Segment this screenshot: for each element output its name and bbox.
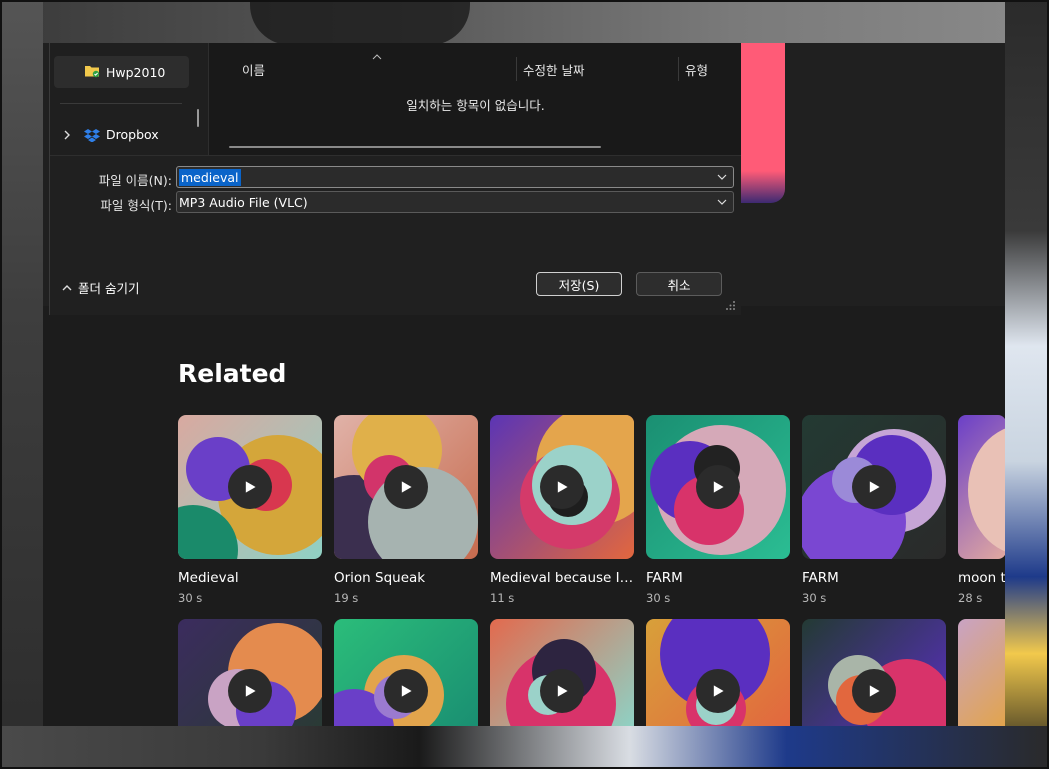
background-bottom-strip (0, 726, 1049, 769)
card-title[interactable]: FARM (802, 570, 946, 586)
save-button[interactable]: 저장(S) (536, 272, 622, 296)
card-thumbnail[interactable] (958, 619, 1005, 726)
column-header-modified[interactable]: 수정한 날짜 (523, 60, 584, 79)
cancel-button[interactable]: 취소 (636, 272, 722, 296)
card-thumbnail[interactable] (646, 415, 790, 559)
hide-folders-toggle[interactable]: 폴더 숨기기 (62, 278, 139, 297)
card-thumbnail[interactable] (334, 415, 478, 559)
related-card[interactable] (802, 619, 946, 726)
nav-scrollbar[interactable] (197, 109, 199, 127)
background-right-strip (1005, 0, 1049, 769)
save-dialog: Hwp2010 Dropbox 이름 수정한 날짜 유형 일치하는 항목이 없습… (49, 43, 741, 315)
related-card[interactable]: moon tv 28 s (958, 415, 1005, 605)
background-left-strip (0, 0, 43, 769)
related-card[interactable] (334, 619, 478, 726)
related-card[interactable]: Medieval because I ... 11 s (490, 415, 634, 605)
card-title[interactable]: moon tv (958, 570, 1005, 586)
play-button[interactable] (852, 465, 896, 509)
filename-field[interactable]: medieval (176, 166, 734, 188)
play-button[interactable] (384, 465, 428, 509)
nav-item-label: Dropbox (106, 127, 159, 142)
nav-item-label: Hwp2010 (106, 64, 166, 80)
play-button[interactable] (540, 669, 584, 713)
column-header-type[interactable]: 유형 (685, 60, 708, 79)
filetype-label: 파일 형식(T): (100, 198, 172, 213)
card-title[interactable]: Medieval because I ... (490, 570, 634, 586)
card-duration: 30 s (802, 591, 827, 605)
related-card[interactable]: FARM 30 s (802, 415, 946, 605)
card-thumbnail[interactable] (646, 619, 790, 726)
nav-item-dropbox[interactable]: Dropbox (63, 127, 159, 142)
card-thumbnail[interactable] (490, 415, 634, 559)
card-duration: 30 s (178, 591, 203, 605)
related-card[interactable]: Medieval 30 s (178, 415, 322, 605)
card-duration: 19 s (334, 591, 359, 605)
dropbox-icon (84, 128, 100, 142)
column-divider[interactable] (678, 57, 679, 81)
card-duration: 11 s (490, 591, 515, 605)
card-duration: 30 s (646, 591, 671, 605)
card-title[interactable]: Medieval (178, 570, 322, 586)
horizontal-scrollbar[interactable] (229, 146, 601, 148)
card-thumbnail[interactable] (802, 619, 946, 726)
card-thumbnail[interactable] (334, 619, 478, 726)
play-button[interactable] (384, 669, 428, 713)
card-duration: 28 s (958, 591, 983, 605)
play-button[interactable] (540, 465, 584, 509)
filetype-value: MP3 Audio File (VLC) (179, 194, 308, 210)
play-button[interactable] (228, 669, 272, 713)
card-title[interactable]: FARM (646, 570, 790, 586)
empty-list-message: 일치하는 항목이 없습니다. (406, 98, 545, 113)
chevron-down-icon[interactable] (717, 197, 727, 207)
filetype-select[interactable]: MP3 Audio File (VLC) (176, 191, 734, 213)
related-card[interactable] (490, 619, 634, 726)
related-card[interactable] (178, 619, 322, 726)
filename-label: 파일 이름(N): (98, 173, 172, 188)
column-header-name[interactable]: 이름 (242, 60, 265, 79)
background-top-strip (0, 0, 1049, 45)
related-card[interactable]: Orion Squeak 19 s (334, 415, 478, 605)
card-thumbnail[interactable] (178, 415, 322, 559)
chevron-right-icon[interactable] (63, 130, 71, 140)
sort-ascending-icon (372, 54, 382, 60)
resize-grip-icon[interactable] (726, 301, 736, 311)
filename-value[interactable]: medieval (179, 168, 241, 186)
column-divider[interactable] (516, 57, 517, 81)
card-thumbnail[interactable] (802, 415, 946, 559)
chevron-up-icon (62, 284, 72, 290)
card-thumbnail[interactable] (490, 619, 634, 726)
background-shape (250, 0, 470, 45)
related-card[interactable] (646, 619, 790, 726)
nav-item-hwp2010[interactable]: Hwp2010 (54, 56, 189, 88)
play-button[interactable] (696, 669, 740, 713)
related-card[interactable] (958, 619, 1005, 726)
related-heading: Related (178, 359, 287, 388)
card-title[interactable]: Orion Squeak (334, 570, 478, 586)
card-thumbnail[interactable] (178, 619, 322, 726)
card-thumbnail[interactable] (958, 415, 1005, 559)
file-list-pane: 이름 수정한 날짜 유형 일치하는 항목이 없습니다. (208, 43, 741, 155)
folder-icon (85, 66, 100, 78)
hide-folders-label: 폴더 숨기기 (78, 281, 140, 296)
nav-separator (60, 103, 182, 104)
play-button[interactable] (852, 669, 896, 713)
play-button[interactable] (696, 465, 740, 509)
related-card[interactable]: FARM 30 s (646, 415, 790, 605)
chevron-down-icon[interactable] (717, 172, 727, 182)
play-button[interactable] (228, 465, 272, 509)
navigation-pane: Hwp2010 Dropbox (50, 43, 208, 155)
